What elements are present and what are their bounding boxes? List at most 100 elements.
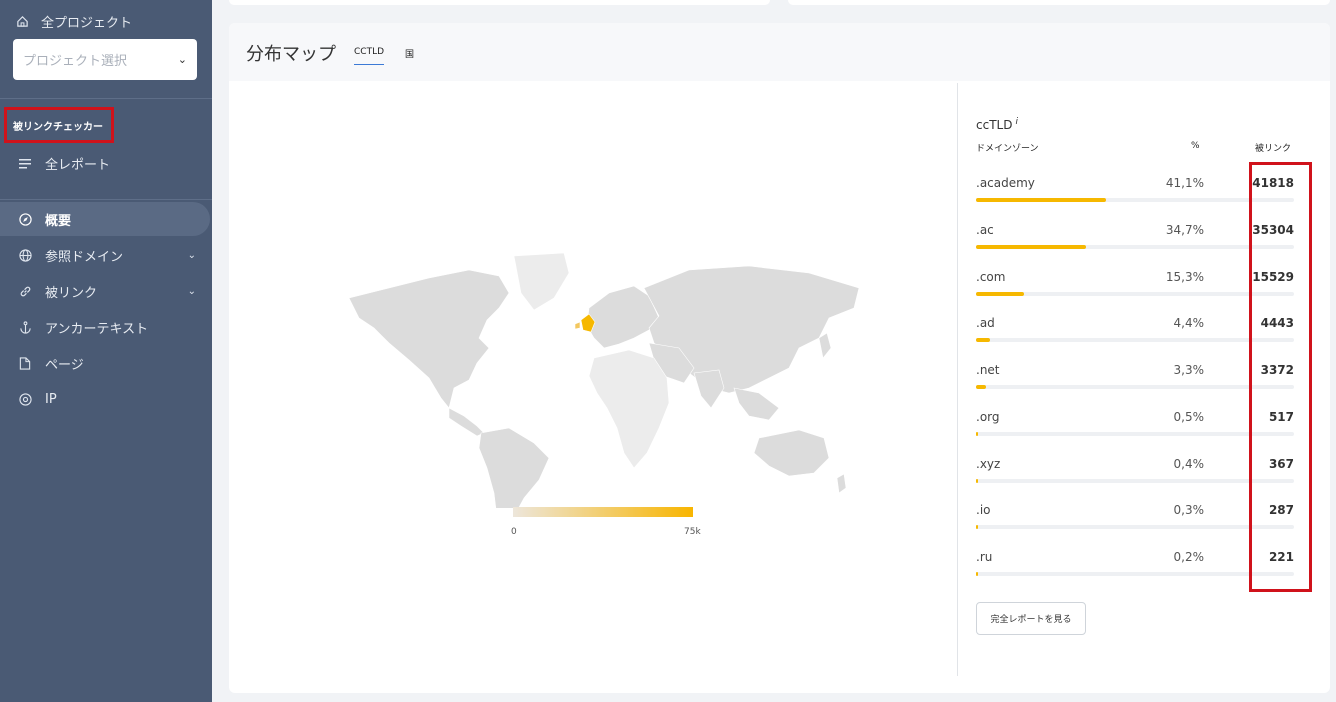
- sidebar-item-backlinks[interactable]: 被リンク ⌄: [0, 274, 210, 308]
- percent-value: 0,4%: [1173, 456, 1205, 471]
- table-row: .ac 34,7% 35304: [976, 216, 1294, 262]
- sidebar-item-label: アンカーテキスト: [45, 321, 149, 337]
- percent-value: 0,2%: [1173, 550, 1205, 564]
- sidebar-item-pages[interactable]: ページ: [0, 346, 210, 380]
- info-icon[interactable]: i: [1015, 117, 1018, 127]
- domain-zone[interactable]: .io: [976, 503, 991, 517]
- map-region-australia: [753, 429, 830, 477]
- progress-track: [976, 525, 1294, 530]
- sidebar-item-label: ページ: [45, 357, 84, 373]
- map-region-japan: [818, 332, 832, 359]
- card-header: 分布マップ CCTLD 国: [229, 23, 1330, 81]
- sidebar: 全プロジェクト プロジェクト選択 ⌄ 被リンクチェッカー 全レポート 概要 参照…: [0, 0, 212, 702]
- chevron-down-icon: ⌄: [177, 53, 187, 66]
- page-icon: [17, 356, 33, 370]
- card-title: 分布マップ: [246, 44, 336, 65]
- table-row: .ru 0,2% 221: [976, 543, 1294, 589]
- legend-min-label: 0: [511, 527, 517, 537]
- sidebar-item-label: IP: [45, 391, 57, 407]
- map-legend-bar: [513, 507, 693, 517]
- compass-icon: [17, 212, 33, 226]
- world-map: [349, 252, 860, 508]
- table-row: .net 3,3% 3372: [976, 356, 1294, 402]
- home-icon: [17, 16, 28, 27]
- progress-track: [976, 338, 1294, 343]
- project-select-placeholder: プロジェクト選択: [23, 54, 128, 69]
- domain-zone[interactable]: .ac: [976, 223, 994, 237]
- top-card-left: [229, 0, 770, 5]
- percent-value: 4,4%: [1173, 316, 1205, 331]
- progress-track: [976, 291, 1294, 296]
- globe-icon: [17, 248, 33, 262]
- progress-fill: [976, 385, 987, 389]
- map-region-central-america: [448, 407, 485, 437]
- domain-zone[interactable]: .ad: [976, 316, 995, 330]
- sidebar-item-label: 概要: [45, 213, 72, 229]
- table-row: .com 15,3% 15529: [976, 263, 1294, 309]
- map-region-new-zealand: [836, 473, 847, 494]
- sidebar-item-ip[interactable]: IP: [0, 382, 210, 416]
- sidebar-item-overview[interactable]: 概要: [0, 202, 210, 236]
- table-row: .academy 41,1% 41818: [976, 169, 1294, 215]
- progress-fill: [976, 291, 1025, 296]
- progress-fill: [976, 338, 990, 343]
- table-title-text: ccTLD: [976, 118, 1013, 132]
- progress-track: [976, 431, 1294, 436]
- map-region-india: [693, 369, 725, 409]
- sidebar-item-all-reports[interactable]: 全レポート: [0, 146, 210, 180]
- table-row: .org 0,5% 517: [976, 403, 1294, 449]
- header-domain-zone: ドメインゾーン: [976, 144, 1039, 154]
- progress-fill: [976, 244, 1086, 249]
- tab-country[interactable]: 国: [405, 47, 414, 60]
- map-region-north-america: [349, 269, 510, 409]
- progress-track: [976, 572, 1294, 576]
- map-region-africa: [588, 349, 670, 469]
- domain-zone[interactable]: .com: [976, 270, 1005, 284]
- legend-max-label: 75k: [684, 527, 701, 537]
- full-report-button[interactable]: 完全レポートを見る: [976, 602, 1086, 635]
- domain-zone[interactable]: .ru: [976, 550, 992, 564]
- project-select[interactable]: プロジェクト選択 ⌄: [13, 39, 197, 80]
- table-row: .ad 4,4% 4443: [976, 309, 1294, 355]
- progress-fill: [976, 478, 978, 483]
- highlight-box: [1249, 162, 1312, 592]
- progress-track: [976, 385, 1294, 389]
- percent-value: 3,3%: [1173, 363, 1205, 377]
- map-region-greenland: [513, 252, 570, 311]
- sidebar-divider: [0, 199, 212, 200]
- header-backlinks: 被リンク: [1255, 144, 1292, 154]
- table-title: ccTLD i: [976, 117, 1018, 132]
- progress-track: [976, 198, 1294, 202]
- domain-zone[interactable]: .academy: [976, 176, 1035, 190]
- sidebar-item-anchor-text[interactable]: アンカーテキスト: [0, 310, 210, 344]
- progress-fill: [976, 198, 1106, 202]
- sidebar-item-referring-domains[interactable]: 参照ドメイン ⌄: [0, 238, 210, 272]
- table-row: .io 0,3% 287: [976, 496, 1294, 542]
- percent-value: 0,5%: [1173, 409, 1205, 424]
- percent-value: 0,3%: [1173, 503, 1205, 518]
- table-row: .xyz 0,4% 367: [976, 450, 1294, 496]
- all-projects-link[interactable]: 全プロジェクト: [16, 12, 132, 31]
- sidebar-item-label: 全レポート: [45, 157, 111, 173]
- map-region-southeast-asia: [733, 387, 780, 421]
- sidebar-divider: [0, 98, 212, 99]
- tab-cctld[interactable]: CCTLD: [354, 47, 385, 65]
- sidebar-item-label: 参照ドメイン: [45, 249, 124, 265]
- chevron-down-icon: ⌄: [187, 249, 196, 261]
- link-icon: [17, 285, 33, 298]
- map-region-south-america: [478, 427, 550, 508]
- progress-fill: [976, 572, 978, 576]
- list-icon: [17, 158, 33, 169]
- top-card-right: [788, 0, 1330, 5]
- map-region-ireland: [574, 321, 581, 330]
- chevron-down-icon: ⌄: [187, 285, 196, 297]
- domain-zone[interactable]: .org: [976, 410, 1000, 424]
- progress-fill: [976, 431, 978, 436]
- domain-zone[interactable]: .xyz: [976, 457, 1000, 471]
- vertical-divider: [957, 83, 958, 676]
- percent-value: 34,7%: [1165, 222, 1204, 237]
- domain-zone[interactable]: .net: [976, 363, 1000, 377]
- sidebar-item-label: 被リンク: [45, 285, 98, 301]
- progress-fill: [976, 525, 978, 530]
- percent-value: 41,1%: [1165, 176, 1204, 190]
